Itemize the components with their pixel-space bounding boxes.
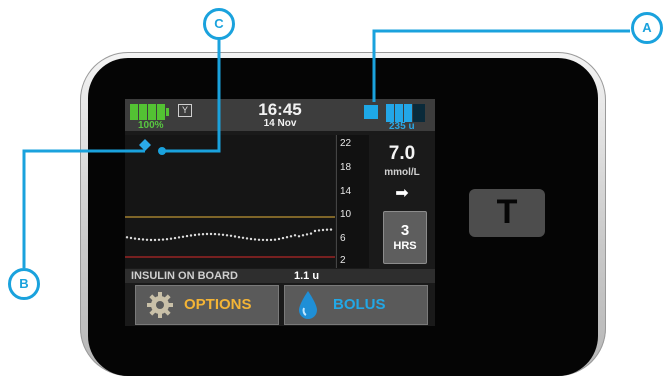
callout-line-b	[22, 149, 145, 268]
callout-c: C	[203, 8, 235, 40]
callout-leader-lines	[22, 29, 630, 268]
callout-b: B	[8, 268, 40, 300]
callout-b-label: B	[19, 276, 29, 291]
callout-dot-c	[158, 147, 166, 155]
callout-line-a	[372, 29, 630, 102]
callout-a: A	[631, 12, 663, 44]
callout-c-label: C	[214, 16, 224, 31]
callout-a-label: A	[642, 20, 652, 35]
callout-line-c	[162, 38, 221, 153]
